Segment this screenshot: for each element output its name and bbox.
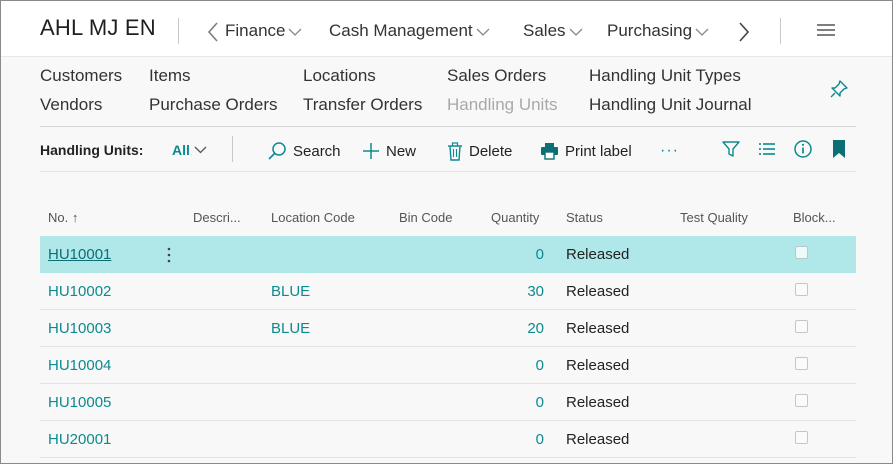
delete-button[interactable]: Delete: [447, 140, 512, 162]
menu-label: Sales: [523, 21, 566, 40]
divider: [780, 18, 781, 44]
handling-unit-no-link[interactable]: HU10002: [48, 283, 111, 300]
nav-link-handling-unit-journal[interactable]: Handling Unit Journal: [589, 95, 752, 115]
column-header-bin-code[interactable]: Bin Code: [399, 210, 452, 225]
chevron-down-icon: [476, 28, 490, 36]
delete-label: Delete: [469, 142, 513, 160]
nav-link-purchase-orders[interactable]: Purchase Orders: [149, 95, 278, 115]
handling-unit-no-link[interactable]: HU10004: [48, 357, 111, 374]
handling-unit-no-link[interactable]: HU10005: [48, 394, 111, 411]
nav-link-transfer-orders[interactable]: Transfer Orders: [303, 95, 422, 115]
new-label: New: [386, 142, 417, 160]
menu-cash-management[interactable]: Cash Management: [329, 21, 490, 41]
menu-label: Finance: [225, 21, 286, 40]
menu-label: Cash Management: [329, 21, 473, 40]
divider: [232, 136, 233, 162]
column-header-blocked[interactable]: Block...: [793, 210, 836, 225]
blocked-checkbox[interactable]: [795, 431, 808, 444]
nav-link-vendors[interactable]: Vendors: [40, 95, 102, 115]
chevron-right-icon[interactable]: [736, 21, 752, 43]
menu-label: Purchasing: [607, 21, 693, 40]
more-vertical-icon[interactable]: [166, 246, 172, 264]
menu-purchasing[interactable]: Purchasing: [607, 21, 709, 41]
quantity[interactable]: 0: [464, 431, 544, 448]
search-label: Search: [293, 142, 341, 160]
blocked-checkbox[interactable]: [795, 246, 808, 259]
new-button[interactable]: New: [362, 140, 416, 162]
blocked-checkbox[interactable]: [795, 283, 808, 296]
chevron-down-icon: [289, 28, 302, 36]
column-header-location-code[interactable]: Location Code: [271, 210, 355, 225]
table-row[interactable]: HU10004 0 Released: [40, 347, 856, 384]
search-icon: [268, 142, 286, 160]
column-header-quantity[interactable]: Quantity: [491, 210, 539, 225]
printer-icon: [541, 143, 558, 160]
view-filter-label: All: [172, 142, 190, 158]
divider: [178, 18, 179, 44]
quantity[interactable]: 20: [464, 320, 544, 337]
bookmark-icon[interactable]: [829, 139, 849, 159]
top-bar: AHL MJ EN Finance Cash Management Sales …: [1, 1, 892, 57]
nav-link-customers[interactable]: Customers: [40, 66, 122, 86]
blocked-checkbox[interactable]: [795, 357, 808, 370]
company-name[interactable]: AHL MJ EN: [40, 15, 156, 41]
nav-link-handling-units[interactable]: Handling Units: [447, 95, 558, 115]
column-header-no[interactable]: No. ↑: [48, 210, 78, 225]
print-label-button[interactable]: Print label: [540, 140, 632, 162]
column-header-test-quality[interactable]: Test Quality: [680, 210, 748, 225]
nav-link-sales-orders[interactable]: Sales Orders: [447, 66, 546, 86]
handling-unit-no-link[interactable]: HU10003: [48, 320, 111, 337]
status: Released: [566, 283, 630, 300]
view-filter-dropdown[interactable]: All: [172, 142, 207, 158]
chevron-down-icon: [569, 28, 582, 36]
divider: [40, 126, 856, 127]
status: Released: [566, 320, 630, 337]
menu-sales[interactable]: Sales: [523, 21, 583, 41]
more-options-button[interactable]: ···: [660, 140, 679, 162]
handling-unit-no-link[interactable]: HU20001: [48, 431, 111, 448]
blocked-checkbox[interactable]: [795, 394, 808, 407]
list-view-icon[interactable]: [757, 139, 777, 159]
table-row[interactable]: HU10002 BLUE 30 Released: [40, 273, 856, 310]
quantity[interactable]: 0: [464, 394, 544, 411]
chevron-down-icon: [194, 146, 207, 154]
filter-icon[interactable]: [721, 139, 741, 159]
table-row[interactable]: HU10005 0 Released: [40, 384, 856, 421]
trash-icon: [448, 141, 462, 161]
blocked-checkbox[interactable]: [795, 320, 808, 333]
pin-icon[interactable]: [829, 79, 849, 99]
quantity[interactable]: 30: [464, 283, 544, 300]
search-button[interactable]: Search: [267, 140, 341, 162]
quantity[interactable]: 0: [464, 357, 544, 374]
quantity[interactable]: 0: [464, 246, 544, 263]
column-header-status[interactable]: Status: [566, 210, 603, 225]
status: Released: [566, 394, 630, 411]
location-code[interactable]: BLUE: [271, 320, 310, 337]
nav-link-items[interactable]: Items: [149, 66, 191, 86]
divider: [40, 171, 856, 172]
chevron-down-icon: [695, 28, 709, 36]
handling-unit-no-link[interactable]: HU10001: [48, 246, 111, 263]
status: Released: [566, 431, 630, 448]
status: Released: [566, 357, 630, 374]
info-icon[interactable]: [793, 139, 813, 159]
nav-link-locations[interactable]: Locations: [303, 66, 376, 86]
app-window: AHL MJ EN Finance Cash Management Sales …: [0, 0, 893, 464]
chevron-left-icon[interactable]: [205, 21, 221, 43]
table-row[interactable]: HU10001 0 Released: [40, 236, 856, 273]
column-header-description[interactable]: Descri...: [193, 210, 241, 225]
page-title: Handling Units:: [40, 142, 144, 158]
nav-link-handling-unit-types[interactable]: Handling Unit Types: [589, 66, 741, 86]
location-code[interactable]: BLUE: [271, 283, 310, 300]
status: Released: [566, 246, 630, 263]
table-row[interactable]: HU20001 0 Released: [40, 421, 856, 458]
table-row[interactable]: HU10003 BLUE 20 Released: [40, 310, 856, 347]
plus-icon: [363, 143, 379, 159]
print-label-text: Print label: [565, 142, 632, 160]
menu-finance[interactable]: Finance: [225, 21, 302, 41]
hamburger-menu-icon[interactable]: [816, 23, 836, 37]
